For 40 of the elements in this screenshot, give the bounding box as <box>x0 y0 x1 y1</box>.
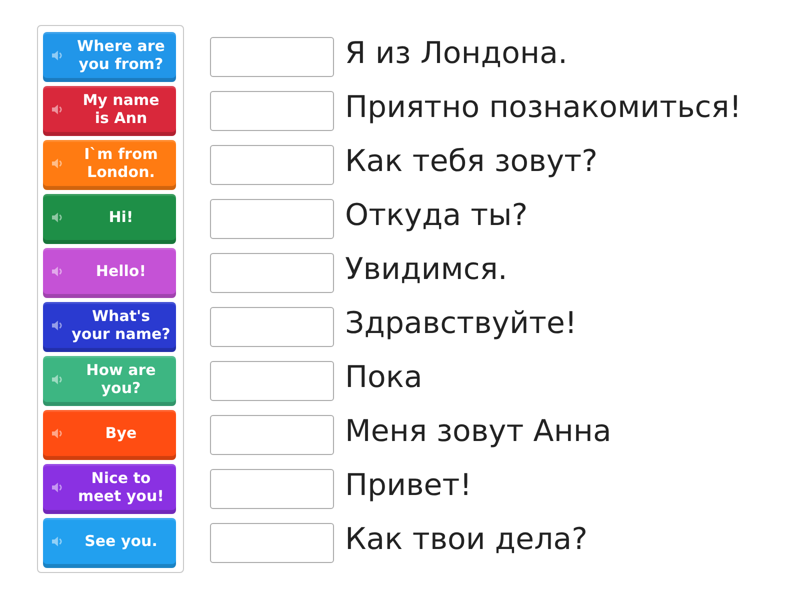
prompt-text: Привет! <box>345 467 472 505</box>
speaker-icon[interactable] <box>52 320 63 330</box>
prompt-text: Пока <box>345 359 422 397</box>
answer-tile[interactable]: What's your name? <box>43 302 176 352</box>
answer-box[interactable] <box>210 415 334 455</box>
prompt-text: Меня зовут Анна <box>345 413 612 451</box>
answer-box[interactable] <box>210 361 334 401</box>
speaker-icon[interactable] <box>52 104 63 114</box>
answer-box[interactable] <box>210 145 334 185</box>
answer-box[interactable] <box>210 91 334 131</box>
answer-tile[interactable]: How are you? <box>43 356 176 406</box>
speaker-icon[interactable] <box>52 428 63 438</box>
prompt-text: Как тебя зовут? <box>345 143 598 181</box>
prompt-text: Приятно познакомиться! <box>345 89 742 127</box>
answer-tile[interactable]: Hello! <box>43 248 176 298</box>
speaker-icon[interactable] <box>52 374 63 384</box>
answer-tile[interactable]: Nice to meet you! <box>43 464 176 514</box>
answer-box[interactable] <box>210 523 334 563</box>
answer-box[interactable] <box>210 469 334 509</box>
speaker-icon[interactable] <box>52 536 63 546</box>
answer-box[interactable] <box>210 199 334 239</box>
prompt-text: Как твои дела? <box>345 521 588 559</box>
answer-box[interactable] <box>210 37 334 77</box>
speaker-icon[interactable] <box>52 266 63 276</box>
speaker-icon[interactable] <box>52 212 63 222</box>
prompt-text: Откуда ты? <box>345 197 528 235</box>
answer-box[interactable] <box>210 307 334 347</box>
prompt-text: Я из Лондона. <box>345 35 568 73</box>
answer-tile[interactable]: I`m from London. <box>43 140 176 190</box>
speaker-icon[interactable] <box>52 158 63 168</box>
answer-tile[interactable]: See you. <box>43 518 176 568</box>
prompt-text: Здравствуйте! <box>345 305 577 343</box>
answer-tile[interactable]: My name is Ann <box>43 86 176 136</box>
answer-tile[interactable]: Where are you from? <box>43 32 176 82</box>
speaker-icon[interactable] <box>52 482 63 492</box>
speaker-icon[interactable] <box>52 50 63 60</box>
answer-tile[interactable]: Hi! <box>43 194 176 244</box>
answer-box[interactable] <box>210 253 334 293</box>
answer-tile[interactable]: Bye <box>43 410 176 460</box>
prompt-text: Увидимся. <box>345 251 508 289</box>
